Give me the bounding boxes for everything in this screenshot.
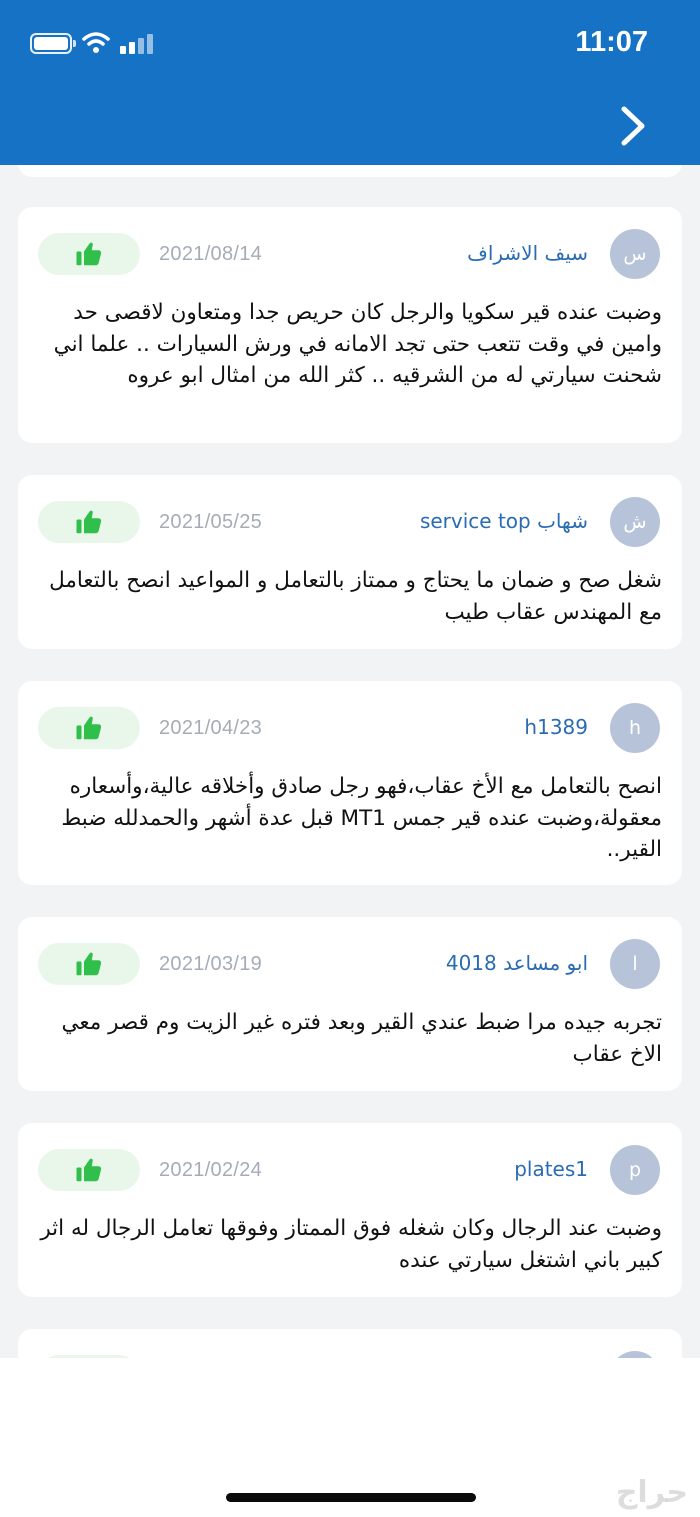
review-date: 2021/05/25 <box>159 511 263 533</box>
avatar: h <box>610 703 660 753</box>
thumbs-up-icon <box>76 1158 102 1182</box>
avatar <box>610 1351 660 1358</box>
reviewer-name[interactable]: h1389 <box>524 709 588 745</box>
thumbs-up-icon <box>76 716 102 740</box>
like-badge <box>38 501 140 543</box>
like-badge <box>38 233 140 275</box>
reviewer-name[interactable]: سيف الاشراف <box>467 235 588 271</box>
avatar: ا <box>610 939 660 989</box>
reviewer-name[interactable]: plates1 <box>514 1151 588 1187</box>
thumbs-up-icon <box>76 242 102 266</box>
avatar: ش <box>610 497 660 547</box>
reviewer-name[interactable]: شهاب service top <box>420 503 588 539</box>
thumbs-up-icon <box>76 952 102 976</box>
review-comment: تجربه جيده مرا ضبط عندي القير وبعد فتره … <box>61 1010 662 1067</box>
review-card: h h1389 2021/04/23 انصح بالتعامل مع الأخ… <box>18 681 682 885</box>
like-badge <box>38 943 140 985</box>
review-comment: انصح بالتعامل مع الأخ عقاب،فهو رجل صادق … <box>61 774 662 862</box>
reviewer-name[interactable]: ابو مساعد 4018 <box>446 945 588 981</box>
app-header: 11:07 <box>0 0 700 165</box>
like-badge <box>38 1149 140 1191</box>
review-card: س سيف الاشراف 2021/08/14 وضبت عنده قير س… <box>18 207 682 443</box>
cellular-signal-icon <box>120 34 154 54</box>
haraj-watermark: حراج <box>615 1475 688 1510</box>
chevron-right-icon[interactable] <box>618 104 648 148</box>
status-bar: 11:07 <box>0 0 700 90</box>
review-comment: وضبت عنده قير سكويا والرجل كان حريص جدا … <box>53 300 662 388</box>
thumbs-up-icon <box>76 510 102 534</box>
review-card: p plates1 2021/02/24 وضبت عند الرجال وكا… <box>18 1123 682 1297</box>
review-card-partial <box>18 1329 682 1358</box>
review-comment: وضبت عند الرجال وكان شغله فوق الممتاز وف… <box>40 1216 662 1273</box>
home-indicator[interactable] <box>226 1493 476 1502</box>
wifi-icon <box>82 32 110 53</box>
review-card-partial <box>18 165 682 177</box>
review-card: ش شهاب service top 2021/05/25 شغل صح و ض… <box>18 475 682 649</box>
reviews-list[interactable]: س سيف الاشراف 2021/08/14 وضبت عنده قير س… <box>0 165 700 1358</box>
review-date: 2021/02/24 <box>159 1159 263 1181</box>
review-comment: شغل صح و ضمان ما يحتاج و ممتاز بالتعامل … <box>49 568 662 625</box>
review-date: 2021/04/23 <box>159 717 263 739</box>
avatar: p <box>610 1145 660 1195</box>
review-date: 2021/08/14 <box>159 243 263 265</box>
status-time: 11:07 <box>575 26 648 58</box>
like-badge <box>38 707 140 749</box>
review-card: ا ابو مساعد 4018 2021/03/19 تجربه جيده م… <box>18 917 682 1091</box>
avatar: س <box>610 229 660 279</box>
battery-icon <box>30 33 76 54</box>
review-date: 2021/03/19 <box>159 953 263 975</box>
